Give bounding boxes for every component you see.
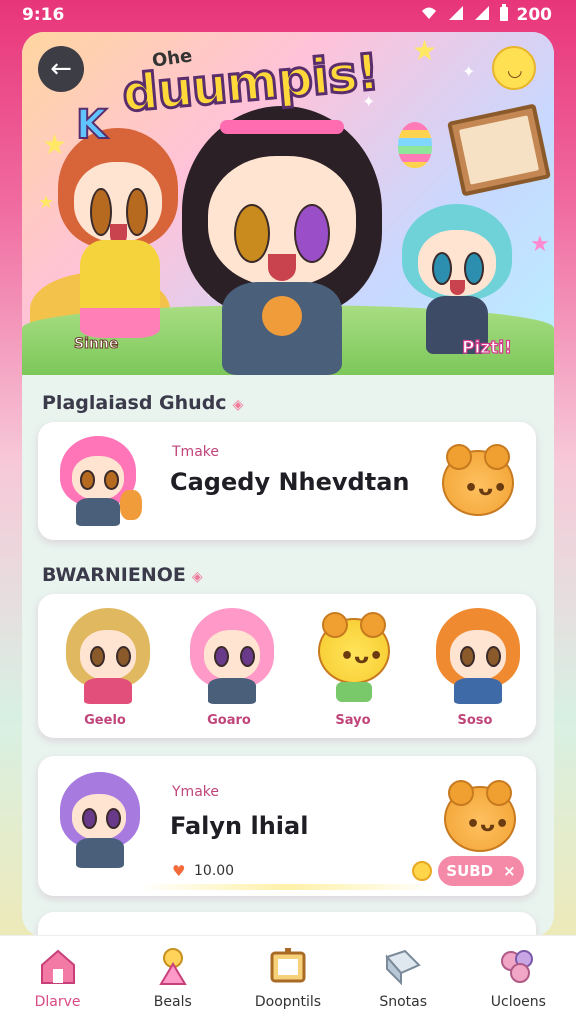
status-time: 9:16 (22, 5, 65, 25)
avatar (60, 772, 146, 868)
tab-beals[interactable]: Beals (118, 946, 228, 1010)
section-title-favorites: BWARNIENOE ◈ (42, 564, 203, 586)
like-count: 10.00 (194, 863, 235, 879)
bottom-tab-bar: Dlarve Beals Doopntils Snotas Ucloens (0, 935, 576, 1024)
star-icon: ★ (38, 192, 55, 213)
favorite-label: Sayo (335, 713, 371, 728)
subscribe-button[interactable]: SUBD × (438, 856, 524, 886)
signal-icon (447, 5, 465, 26)
sparkle-icon: ◈ (232, 397, 244, 413)
favorite-label: Geelo (84, 713, 126, 728)
favorite-label: Goaro (207, 713, 251, 728)
tab-label: Ucloens (490, 994, 546, 1010)
sparkle-icon: ◈ (191, 569, 203, 585)
tab-doopntils[interactable]: Doopntils (233, 946, 343, 1010)
favorite-label: Soso (457, 713, 493, 728)
second-row-card[interactable]: Ymake Falyn lhial •ᴗ• ♥ 10.00 SUBD × (38, 756, 536, 896)
star-icon: ★ (412, 34, 438, 67)
bear-body (336, 682, 372, 702)
hero-label-right: Pizti! (461, 337, 512, 358)
tab-home[interactable]: Dlarve (3, 946, 113, 1010)
avatar (60, 436, 146, 526)
close-icon: × (503, 862, 516, 880)
arrow-left-icon: ← (50, 54, 72, 84)
tab-label: Doopntils (254, 994, 322, 1010)
hero-label-left: Sinne (73, 336, 119, 353)
second-row-subtitle: Ymake (172, 784, 219, 800)
subscribe-label: SUBD (446, 862, 494, 880)
home-icon (37, 946, 79, 986)
favorite-item[interactable]: •ᴗ• Sayo (298, 604, 408, 734)
tab-label: Beals (153, 994, 192, 1010)
battery-icon (499, 3, 509, 27)
hero-picture-board (447, 103, 551, 197)
favorites-card: Geelo Goaro •ᴗ• Sayo Soso (38, 594, 536, 738)
bear-icon: •ᴗ• (442, 444, 514, 516)
star-icon: ★ (530, 232, 550, 257)
featured-row-subtitle: Tmake (172, 444, 219, 460)
favorite-item[interactable]: Geelo (50, 604, 160, 734)
book-icon (382, 946, 424, 986)
favorite-item[interactable]: Goaro (174, 604, 284, 734)
next-row-card-partial[interactable] (38, 912, 536, 937)
avatar (66, 608, 150, 704)
coin-icon (412, 861, 432, 881)
status-right-text: 200 (516, 5, 553, 25)
flower-icon (497, 946, 539, 986)
favorite-item[interactable]: Soso (420, 604, 530, 734)
avatar (436, 608, 520, 704)
hero-character-right (402, 204, 512, 354)
smiley-icon (492, 46, 536, 90)
tab-snotas[interactable]: Snotas (348, 946, 458, 1010)
main-card: ★ ★ ★ ✦ ✦ ★ ✦ (22, 32, 554, 937)
character-icon (152, 946, 194, 986)
status-bar: 9:16 200 (0, 0, 576, 30)
wifi-icon (419, 5, 439, 26)
bear-icon: •ᴗ• (444, 780, 516, 852)
tab-label: Snotas (379, 994, 427, 1010)
status-icons: 200 (419, 3, 553, 27)
signal-icon (473, 5, 491, 26)
second-row-name: Falyn lhial (170, 812, 309, 840)
back-button[interactable]: ← (38, 46, 84, 92)
hero-character-left (58, 128, 178, 348)
heart-icon: ♥ (172, 862, 186, 880)
hero-character-center (182, 106, 382, 375)
tab-label: Dlarve (34, 994, 81, 1010)
section-title-guide: Plaglaiasd Ghudc ◈ (42, 392, 244, 414)
hero-title-letter: K (75, 101, 108, 149)
easter-egg-icon (398, 122, 432, 168)
bear-icon: •ᴗ• (318, 612, 390, 684)
tab-ucloens[interactable]: Ucloens (463, 946, 573, 1010)
hero-banner: ★ ★ ★ ✦ ✦ ★ ✦ (22, 32, 554, 375)
sparkle-icon: ✦ (462, 62, 476, 81)
featured-row-card[interactable]: Tmake Cagedy Nhevdtan •ᴗ• (38, 422, 536, 540)
frame-icon (267, 946, 309, 986)
featured-row-name: Cagedy Nhevdtan (170, 468, 410, 496)
avatar (190, 608, 274, 704)
glow-divider (138, 884, 438, 890)
